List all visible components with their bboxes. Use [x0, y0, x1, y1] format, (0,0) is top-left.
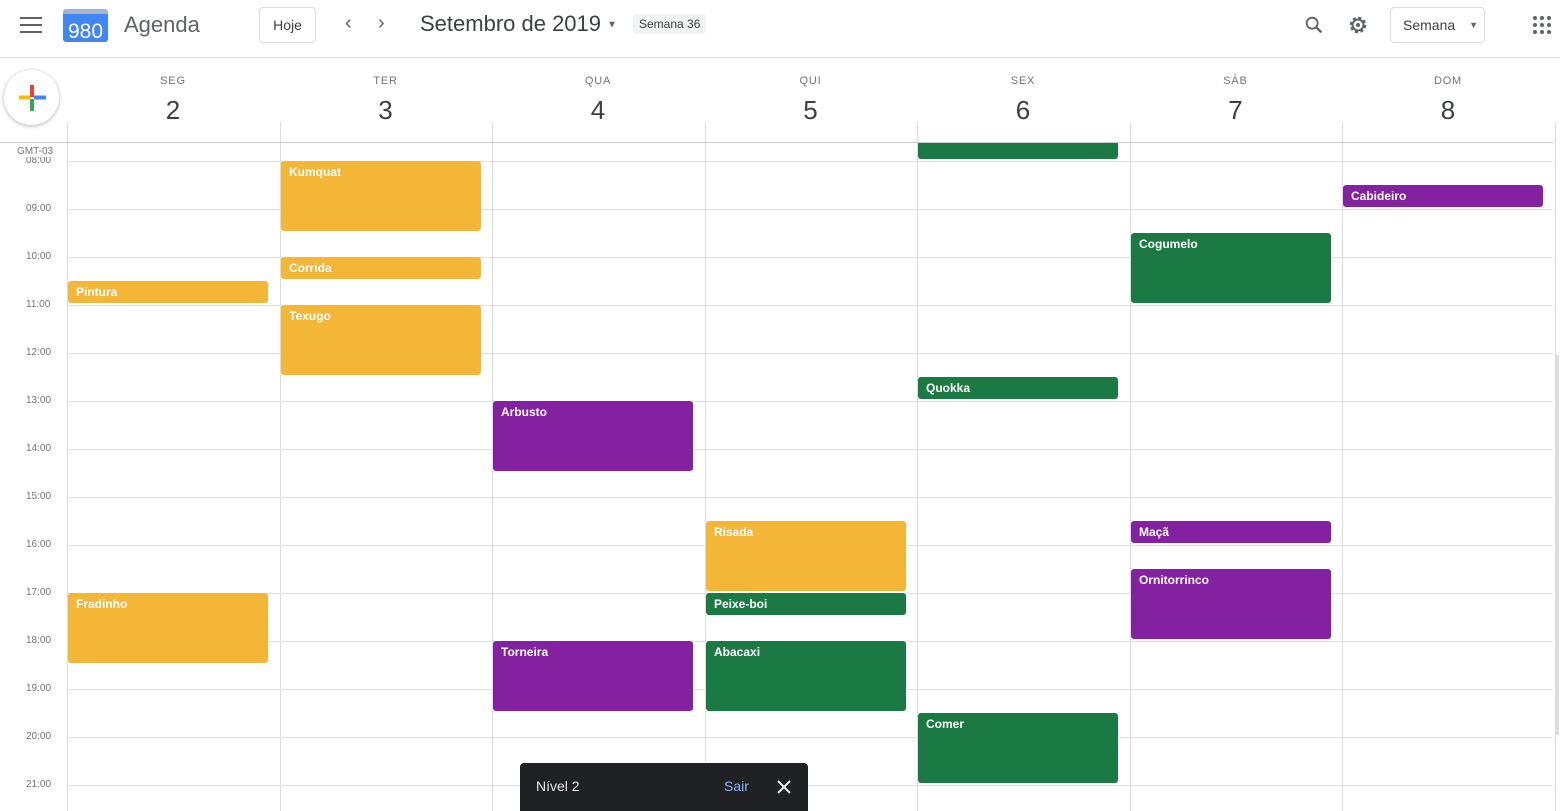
calendar-event[interactable]: Risada	[706, 521, 906, 591]
event-title: Cogumelo	[1139, 237, 1198, 251]
calendar-event[interactable]: Ornitorrinco	[1131, 569, 1331, 639]
calendar-event[interactable]: Fradinho	[68, 593, 268, 663]
calendar-event[interactable]: Kumquat	[281, 161, 481, 231]
calendar-event[interactable]: Cabideiro	[1343, 185, 1543, 207]
day-number[interactable]: 8	[1342, 95, 1554, 126]
day-header: DOM 8	[1342, 60, 1554, 126]
hour-label: 19:00	[26, 683, 52, 694]
calendar-event[interactable]: Quokka	[918, 377, 1118, 399]
hour-label: 16:00	[26, 539, 52, 550]
event-title: Quokka	[926, 381, 971, 395]
exit-button[interactable]: Sair	[724, 778, 749, 794]
hour-label: 21:00	[26, 779, 52, 790]
day-name: SEX	[1010, 75, 1036, 87]
hour-line	[67, 401, 1553, 402]
calendar-event[interactable]: Comer	[918, 713, 1118, 783]
day-header: SEG 2	[67, 60, 279, 126]
day-header: SEX 6	[917, 60, 1129, 126]
calendar-event[interactable]: Arbusto	[493, 401, 693, 471]
event-title: Cabideiro	[1351, 189, 1407, 203]
hour-label: 11:00	[26, 299, 51, 310]
month-title: Setembro de 2019	[420, 11, 602, 36]
close-icon[interactable]	[776, 779, 792, 795]
view-select[interactable]: Semana ▼	[1390, 7, 1485, 43]
event-title: Peixe-boi	[714, 597, 768, 611]
timezone-label: GMT-03	[17, 146, 54, 157]
create-event-button[interactable]	[4, 70, 59, 125]
hour-label: 17:00	[26, 587, 52, 598]
top-bar: 980 Agenda Hoje ‹ › Setembro de 2019 ▼ S…	[0, 0, 1560, 58]
chevron-right-icon[interactable]: ›	[378, 12, 385, 35]
calendar-event[interactable]: Torneira	[493, 641, 693, 711]
event-title: Torneira	[501, 645, 549, 659]
month-title-dropdown[interactable]: Setembro de 2019 ▼	[420, 11, 617, 37]
event-title: Comer	[926, 717, 965, 731]
day-name: TER	[373, 75, 398, 87]
day-number[interactable]: 6	[917, 95, 1129, 126]
plus-icon	[19, 85, 46, 111]
day-header: TER 3	[280, 60, 492, 126]
day-number[interactable]: 2	[67, 95, 279, 126]
search-icon[interactable]	[1303, 14, 1325, 36]
calendar-event[interactable]: Corrida	[281, 257, 481, 279]
hour-label: 18:00	[26, 635, 52, 646]
day-name: QUA	[584, 75, 612, 87]
day-number[interactable]: 7	[1130, 95, 1342, 126]
snackbar: Nível 2 Sair	[520, 763, 808, 811]
main-menu-icon[interactable]	[20, 17, 42, 33]
calendar-event[interactable]: Texugo	[281, 305, 481, 375]
snackbar-text: Nível 2	[536, 778, 580, 794]
app-name: Agenda	[124, 12, 200, 37]
hour-line	[67, 737, 1553, 738]
day-header: QUA 4	[492, 60, 704, 126]
calendar-event[interactable]: Abacaxi	[706, 641, 906, 711]
hour-label: 15:00	[26, 491, 52, 502]
event-title: Risada	[714, 525, 754, 539]
calendar-event[interactable]: Maçã	[1131, 521, 1331, 543]
event-title: Maçã	[1139, 525, 1170, 539]
day-name: QUI	[799, 75, 822, 87]
day-name: SÁB	[1223, 75, 1248, 87]
hour-label: 10:00	[26, 251, 52, 262]
caret-down-icon: ▼	[1469, 20, 1479, 30]
day-name: DOM	[1433, 75, 1463, 87]
event-title: Texugo	[289, 309, 331, 323]
today-button[interactable]: Hoje	[259, 7, 316, 43]
day-number[interactable]: 5	[705, 95, 917, 126]
apps-grid-icon[interactable]	[1533, 16, 1551, 34]
hour-label: 12:00	[26, 347, 52, 358]
week-grid[interactable]: 08:00 09:00 10:00 11:00 12:00 13:00 14:00 15:00…	[0, 143, 1553, 811]
hour-label: 13:00	[26, 395, 52, 406]
calendar-event[interactable]: Cogumelo	[1131, 233, 1331, 303]
app-logo: 980	[63, 9, 108, 43]
event-title: Pintura	[76, 285, 118, 299]
event-title: Corrida	[289, 261, 332, 275]
event-title: Abacaxi	[714, 645, 761, 659]
chevron-left-icon[interactable]: ‹	[345, 12, 352, 35]
week-badge: Semana 36	[633, 14, 707, 34]
view-label: Semana	[1403, 17, 1456, 33]
hour-label: 20:00	[26, 731, 52, 742]
day-number[interactable]: 4	[492, 95, 704, 126]
hour-label: 09:00	[26, 203, 52, 214]
hour-line	[67, 785, 1553, 786]
hour-line	[67, 449, 1553, 450]
event-title: Fradinho	[76, 597, 128, 611]
calendar-event[interactable]	[918, 143, 1118, 159]
day-header: SÁB 7	[1130, 60, 1342, 126]
calendar-event[interactable]: Peixe-boi	[706, 593, 906, 615]
scrollbar[interactable]	[1556, 355, 1559, 735]
caret-down-icon: ▼	[607, 19, 618, 31]
hour-label: 14:00	[26, 443, 52, 454]
event-title: Arbusto	[501, 405, 547, 419]
day-name: SEG	[160, 75, 186, 87]
event-title: Ornitorrinco	[1139, 573, 1210, 587]
calendar-event[interactable]: Pintura	[68, 281, 268, 303]
day-number[interactable]: 3	[280, 95, 492, 126]
gear-icon[interactable]	[1346, 13, 1370, 37]
event-title: Kumquat	[289, 165, 341, 179]
day-header: QUI 5	[705, 60, 917, 126]
hour-line	[67, 497, 1553, 498]
